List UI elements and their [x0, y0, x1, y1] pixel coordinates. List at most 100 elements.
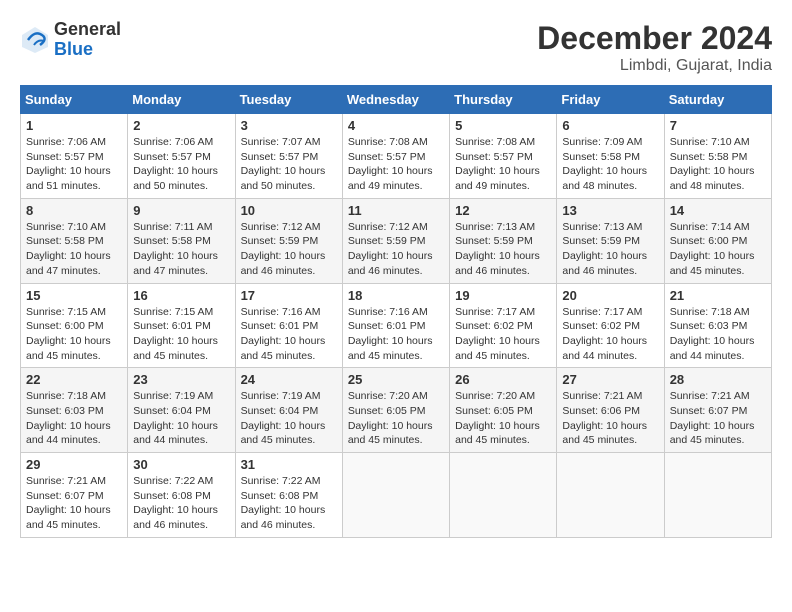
day-number: 25: [348, 372, 444, 387]
day-info: Sunrise: 7:14 AMSunset: 6:00 PMDaylight:…: [670, 220, 766, 279]
day-number: 6: [562, 118, 658, 133]
location: Limbdi, Gujarat, India: [537, 57, 772, 75]
day-info: Sunrise: 7:10 AMSunset: 5:58 PMDaylight:…: [26, 220, 122, 279]
logo-blue-text: Blue: [54, 40, 121, 60]
logo-icon: [20, 25, 50, 55]
day-info: Sunrise: 7:15 AMSunset: 6:01 PMDaylight:…: [133, 305, 229, 364]
weekday-header-thursday: Thursday: [450, 86, 557, 114]
day-number: 16: [133, 288, 229, 303]
day-info: Sunrise: 7:12 AMSunset: 5:59 PMDaylight:…: [241, 220, 337, 279]
calendar-cell: 27Sunrise: 7:21 AMSunset: 6:06 PMDayligh…: [557, 368, 664, 453]
calendar-cell: 18Sunrise: 7:16 AMSunset: 6:01 PMDayligh…: [342, 283, 449, 368]
calendar-cell: 29 Sunrise: 7:21 AMSunset: 6:07 PMDayligh…: [21, 453, 128, 538]
day-number: 24: [241, 372, 337, 387]
title-section: December 2024 Limbdi, Gujarat, India: [537, 20, 772, 75]
calendar-cell: 19Sunrise: 7:17 AMSunset: 6:02 PMDayligh…: [450, 283, 557, 368]
day-number: 28: [670, 372, 766, 387]
calendar-cell: 9 Sunrise: 7:11 AMSunset: 5:58 PMDaylight…: [128, 198, 235, 283]
calendar-cell: 2 Sunrise: 7:06 AMSunset: 5:57 PMDaylight…: [128, 114, 235, 199]
calendar-cell: 31Sunrise: 7:22 AMSunset: 6:08 PMDayligh…: [235, 453, 342, 538]
day-number: 15: [26, 288, 122, 303]
day-number: 1: [26, 118, 122, 133]
calendar-body: 1 Sunrise: 7:06 AMSunset: 5:57 PMDaylight…: [21, 114, 772, 538]
day-number: 20: [562, 288, 658, 303]
logo-general-text: General: [54, 20, 121, 40]
month-title: December 2024: [537, 20, 772, 57]
day-info: Sunrise: 7:19 AMSunset: 6:04 PMDaylight:…: [133, 389, 229, 448]
calendar-cell: 10 Sunrise: 7:12 AMSunset: 5:59 PMDayligh…: [235, 198, 342, 283]
day-info: Sunrise: 7:08 AMSunset: 5:57 PMDaylight:…: [348, 135, 444, 194]
day-number: 30: [133, 457, 229, 472]
calendar-cell: 28 Sunrise: 7:21 AMSunset: 6:07 PMDayligh…: [664, 368, 771, 453]
day-info: Sunrise: 7:20 AMSunset: 6:05 PMDaylight:…: [348, 389, 444, 448]
calendar-cell: [664, 453, 771, 538]
day-number: 18: [348, 288, 444, 303]
calendar-week-1: 1 Sunrise: 7:06 AMSunset: 5:57 PMDaylight…: [21, 114, 772, 199]
logo: General Blue: [20, 20, 121, 60]
weekday-header-wednesday: Wednesday: [342, 86, 449, 114]
day-number: 13: [562, 203, 658, 218]
calendar-cell: 13 Sunrise: 7:13 AMSunset: 5:59 PMDayligh…: [557, 198, 664, 283]
day-number: 9: [133, 203, 229, 218]
day-info: Sunrise: 7:22 AMSunset: 6:08 PMDaylight:…: [241, 474, 337, 533]
calendar-cell: [557, 453, 664, 538]
calendar-cell: 6 Sunrise: 7:09 AMSunset: 5:58 PMDaylight…: [557, 114, 664, 199]
day-number: 11: [348, 203, 444, 218]
weekday-header-tuesday: Tuesday: [235, 86, 342, 114]
weekday-header-friday: Friday: [557, 86, 664, 114]
day-number: 3: [241, 118, 337, 133]
calendar-cell: 30Sunrise: 7:22 AMSunset: 6:08 PMDayligh…: [128, 453, 235, 538]
weekday-header-sunday: Sunday: [21, 86, 128, 114]
page-header: General Blue December 2024 Limbdi, Gujar…: [20, 20, 772, 75]
calendar-cell: 8 Sunrise: 7:10 AMSunset: 5:58 PMDaylight…: [21, 198, 128, 283]
day-info: Sunrise: 7:21 AMSunset: 6:07 PMDaylight:…: [26, 474, 122, 533]
calendar-cell: 22Sunrise: 7:18 AMSunset: 6:03 PMDayligh…: [21, 368, 128, 453]
day-number: 14: [670, 203, 766, 218]
day-number: 29: [26, 457, 122, 472]
weekday-header-saturday: Saturday: [664, 86, 771, 114]
day-number: 21: [670, 288, 766, 303]
calendar-cell: 21Sunrise: 7:18 AMSunset: 6:03 PMDayligh…: [664, 283, 771, 368]
day-info: Sunrise: 7:20 AMSunset: 6:05 PMDaylight:…: [455, 389, 551, 448]
day-info: Sunrise: 7:13 AMSunset: 5:59 PMDaylight:…: [562, 220, 658, 279]
calendar-cell: 23Sunrise: 7:19 AMSunset: 6:04 PMDayligh…: [128, 368, 235, 453]
day-info: Sunrise: 7:15 AMSunset: 6:00 PMDaylight:…: [26, 305, 122, 364]
calendar-cell: 20Sunrise: 7:17 AMSunset: 6:02 PMDayligh…: [557, 283, 664, 368]
day-info: Sunrise: 7:08 AMSunset: 5:57 PMDaylight:…: [455, 135, 551, 194]
calendar-cell: 5 Sunrise: 7:08 AMSunset: 5:57 PMDaylight…: [450, 114, 557, 199]
calendar-week-4: 22Sunrise: 7:18 AMSunset: 6:03 PMDayligh…: [21, 368, 772, 453]
calendar-week-2: 8 Sunrise: 7:10 AMSunset: 5:58 PMDaylight…: [21, 198, 772, 283]
weekday-header-row: SundayMondayTuesdayWednesdayThursdayFrid…: [21, 86, 772, 114]
day-number: 12: [455, 203, 551, 218]
day-number: 17: [241, 288, 337, 303]
calendar-cell: 25 Sunrise: 7:20 AMSunset: 6:05 PMDayligh…: [342, 368, 449, 453]
day-number: 10: [241, 203, 337, 218]
calendar-cell: [342, 453, 449, 538]
day-number: 7: [670, 118, 766, 133]
calendar-cell: 14 Sunrise: 7:14 AMSunset: 6:00 PMDayligh…: [664, 198, 771, 283]
calendar-cell: 12 Sunrise: 7:13 AMSunset: 5:59 PMDayligh…: [450, 198, 557, 283]
day-info: Sunrise: 7:10 AMSunset: 5:58 PMDaylight:…: [670, 135, 766, 194]
day-info: Sunrise: 7:17 AMSunset: 6:02 PMDaylight:…: [455, 305, 551, 364]
day-number: 8: [26, 203, 122, 218]
day-info: Sunrise: 7:11 AMSunset: 5:58 PMDaylight:…: [133, 220, 229, 279]
calendar-cell: 11Sunrise: 7:12 AMSunset: 5:59 PMDayligh…: [342, 198, 449, 283]
day-info: Sunrise: 7:21 AMSunset: 6:07 PMDaylight:…: [670, 389, 766, 448]
day-number: 2: [133, 118, 229, 133]
day-number: 22: [26, 372, 122, 387]
weekday-header-monday: Monday: [128, 86, 235, 114]
calendar-cell: 24 Sunrise: 7:19 AMSunset: 6:04 PMDayligh…: [235, 368, 342, 453]
day-info: Sunrise: 7:19 AMSunset: 6:04 PMDaylight:…: [241, 389, 337, 448]
calendar-cell: 7 Sunrise: 7:10 AMSunset: 5:58 PMDaylight…: [664, 114, 771, 199]
day-info: Sunrise: 7:13 AMSunset: 5:59 PMDaylight:…: [455, 220, 551, 279]
day-info: Sunrise: 7:06 AMSunset: 5:57 PMDaylight:…: [26, 135, 122, 194]
day-info: Sunrise: 7:07 AMSunset: 5:57 PMDaylight:…: [241, 135, 337, 194]
day-number: 5: [455, 118, 551, 133]
day-info: Sunrise: 7:09 AMSunset: 5:58 PMDaylight:…: [562, 135, 658, 194]
calendar-table: SundayMondayTuesdayWednesdayThursdayFrid…: [20, 85, 772, 538]
day-number: 27: [562, 372, 658, 387]
calendar-cell: 15 Sunrise: 7:15 AMSunset: 6:00 PMDayligh…: [21, 283, 128, 368]
calendar-cell: 17Sunrise: 7:16 AMSunset: 6:01 PMDayligh…: [235, 283, 342, 368]
calendar-week-3: 15 Sunrise: 7:15 AMSunset: 6:00 PMDayligh…: [21, 283, 772, 368]
day-info: Sunrise: 7:06 AMSunset: 5:57 PMDaylight:…: [133, 135, 229, 194]
